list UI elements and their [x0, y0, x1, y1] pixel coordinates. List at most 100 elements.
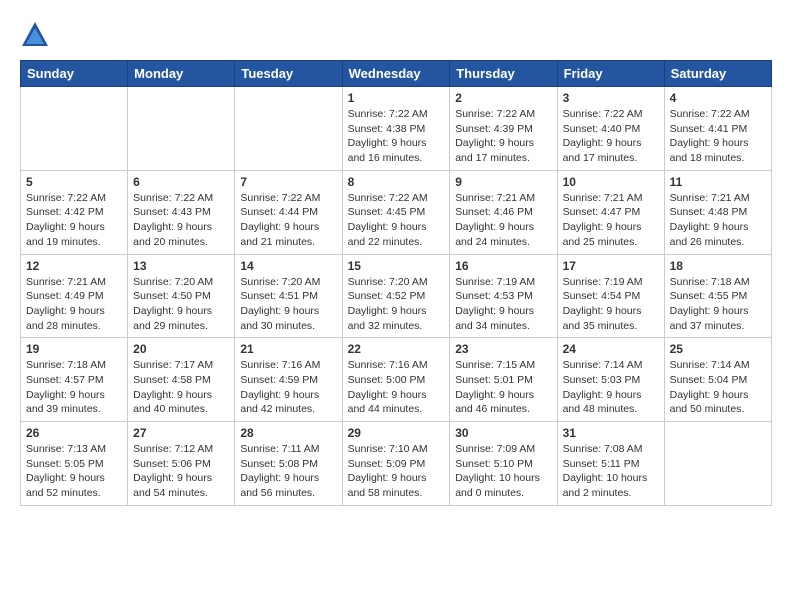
main-container: Sunday Monday Tuesday Wednesday Thursday… — [0, 0, 792, 516]
day-info: Sunrise: 7:10 AM Sunset: 5:09 PM Dayligh… — [348, 442, 445, 501]
calendar-cell: 5Sunrise: 7:22 AM Sunset: 4:42 PM Daylig… — [21, 170, 128, 254]
calendar-cell: 17 Sunrise: 7:19 AM Sunset: 4:54 PM Dayli… — [557, 254, 664, 338]
day-info: Sunrise: 7:20 AM Sunset: 4:51 PM Dayligh… — [240, 275, 336, 334]
calendar-cell: 15 Sunrise: 7:20 AM Sunset: 4:52 PM Dayli… — [342, 254, 450, 338]
day-number: 29 — [348, 426, 445, 440]
day-info: Sunrise: 7:16 AM Sunset: 4:59 PM Dayligh… — [240, 358, 336, 417]
day-info: Sunrise: 7:21 AM Sunset: 4:46 PM Dayligh… — [455, 191, 551, 250]
day-number: 21 — [240, 342, 336, 356]
day-info: Sunrise: 7:20 AM Sunset: 4:50 PM Dayligh… — [133, 275, 229, 334]
day-info: Sunrise: 7:16 AM Sunset: 5:00 PM Dayligh… — [348, 358, 445, 417]
day-info: Sunrise: 7:20 AM Sunset: 4:52 PM Dayligh… — [348, 275, 445, 334]
day-number: 10 — [563, 175, 659, 189]
calendar-cell: 11 Sunrise: 7:21 AM Sunset: 4:48 PM Dayli… — [664, 170, 771, 254]
day-number: 4 — [670, 91, 766, 105]
day-number: 9 — [455, 175, 551, 189]
calendar-body: 1 Sunrise: 7:22 AM Sunset: 4:38 PM Daylig… — [21, 87, 772, 506]
day-info: Sunrise: 7:19 AM Sunset: 4:54 PM Dayligh… — [563, 275, 659, 334]
calendar-cell: 3 Sunrise: 7:22 AM Sunset: 4:40 PM Daylig… — [557, 87, 664, 171]
calendar-cell: 6 Sunrise: 7:22 AM Sunset: 4:43 PM Daylig… — [128, 170, 235, 254]
day-info: Sunrise: 7:19 AM Sunset: 4:53 PM Dayligh… — [455, 275, 551, 334]
day-info: Sunrise: 7:18 AM Sunset: 4:55 PM Dayligh… — [670, 275, 766, 334]
calendar-cell: 1 Sunrise: 7:22 AM Sunset: 4:38 PM Daylig… — [342, 87, 450, 171]
header-tuesday: Tuesday — [235, 61, 342, 87]
day-info: Sunrise: 7:14 AM Sunset: 5:04 PM Dayligh… — [670, 358, 766, 417]
day-number: 18 — [670, 259, 766, 273]
day-info: Sunrise: 7:15 AM Sunset: 5:01 PM Dayligh… — [455, 358, 551, 417]
day-number: 6 — [133, 175, 229, 189]
day-info: Sunrise: 7:11 AM Sunset: 5:08 PM Dayligh… — [240, 442, 336, 501]
calendar-header-row: Sunday Monday Tuesday Wednesday Thursday… — [21, 61, 772, 87]
calendar-cell: 22 Sunrise: 7:16 AM Sunset: 5:00 PM Dayli… — [342, 338, 450, 422]
header-monday: Monday — [128, 61, 235, 87]
calendar-cell — [664, 422, 771, 506]
day-info: Sunrise: 7:22 AM Sunset: 4:42 PM Dayligh… — [26, 191, 122, 250]
calendar-cell: 23 Sunrise: 7:15 AM Sunset: 5:01 PM Dayli… — [450, 338, 557, 422]
calendar-cell: 29 Sunrise: 7:10 AM Sunset: 5:09 PM Dayli… — [342, 422, 450, 506]
day-number: 19 — [26, 342, 122, 356]
calendar-cell: 24 Sunrise: 7:14 AM Sunset: 5:03 PM Dayli… — [557, 338, 664, 422]
calendar-cell: 31 Sunrise: 7:08 AM Sunset: 5:11 PM Dayli… — [557, 422, 664, 506]
day-number: 25 — [670, 342, 766, 356]
calendar-cell — [235, 87, 342, 171]
day-number: 20 — [133, 342, 229, 356]
day-number: 26 — [26, 426, 122, 440]
day-info: Sunrise: 7:09 AM Sunset: 5:10 PM Dayligh… — [455, 442, 551, 501]
header-friday: Friday — [557, 61, 664, 87]
day-number: 2 — [455, 91, 551, 105]
day-info: Sunrise: 7:08 AM Sunset: 5:11 PM Dayligh… — [563, 442, 659, 501]
day-number: 22 — [348, 342, 445, 356]
day-info: Sunrise: 7:22 AM Sunset: 4:43 PM Dayligh… — [133, 191, 229, 250]
day-number: 30 — [455, 426, 551, 440]
day-info: Sunrise: 7:18 AM Sunset: 4:57 PM Dayligh… — [26, 358, 122, 417]
day-number: 24 — [563, 342, 659, 356]
header-saturday: Saturday — [664, 61, 771, 87]
calendar-cell: 8 Sunrise: 7:22 AM Sunset: 4:45 PM Daylig… — [342, 170, 450, 254]
day-number: 31 — [563, 426, 659, 440]
day-number: 15 — [348, 259, 445, 273]
calendar-cell: 9 Sunrise: 7:21 AM Sunset: 4:46 PM Daylig… — [450, 170, 557, 254]
day-number: 28 — [240, 426, 336, 440]
day-number: 3 — [563, 91, 659, 105]
day-info: Sunrise: 7:22 AM Sunset: 4:38 PM Dayligh… — [348, 107, 445, 166]
day-number: 17 — [563, 259, 659, 273]
day-number: 23 — [455, 342, 551, 356]
day-info: Sunrise: 7:22 AM Sunset: 4:44 PM Dayligh… — [240, 191, 336, 250]
day-info: Sunrise: 7:13 AM Sunset: 5:05 PM Dayligh… — [26, 442, 122, 501]
header-sunday: Sunday — [21, 61, 128, 87]
calendar-cell: 30 Sunrise: 7:09 AM Sunset: 5:10 PM Dayli… — [450, 422, 557, 506]
calendar-cell: 19 Sunrise: 7:18 AM Sunset: 4:57 PM Dayli… — [21, 338, 128, 422]
day-number: 12 — [26, 259, 122, 273]
calendar-cell: 20Sunrise: 7:17 AM Sunset: 4:58 PM Dayli… — [128, 338, 235, 422]
day-info: Sunrise: 7:22 AM Sunset: 4:39 PM Dayligh… — [455, 107, 551, 166]
day-info: Sunrise: 7:21 AM Sunset: 4:48 PM Dayligh… — [670, 191, 766, 250]
calendar-cell: 10 Sunrise: 7:21 AM Sunset: 4:47 PM Dayli… — [557, 170, 664, 254]
calendar-cell: 4 Sunrise: 7:22 AM Sunset: 4:41 PM Daylig… — [664, 87, 771, 171]
calendar-cell: 26 Sunrise: 7:13 AM Sunset: 5:05 PM Dayli… — [21, 422, 128, 506]
calendar-cell: 21 Sunrise: 7:16 AM Sunset: 4:59 PM Dayli… — [235, 338, 342, 422]
day-number: 13 — [133, 259, 229, 273]
calendar-cell — [21, 87, 128, 171]
calendar-cell: 18 Sunrise: 7:18 AM Sunset: 4:55 PM Dayli… — [664, 254, 771, 338]
day-number: 14 — [240, 259, 336, 273]
calendar-week-5: 26 Sunrise: 7:13 AM Sunset: 5:05 PM Dayli… — [21, 422, 772, 506]
day-number: 11 — [670, 175, 766, 189]
day-number: 1 — [348, 91, 445, 105]
calendar-week-4: 19 Sunrise: 7:18 AM Sunset: 4:57 PM Dayli… — [21, 338, 772, 422]
day-info: Sunrise: 7:22 AM Sunset: 4:41 PM Dayligh… — [670, 107, 766, 166]
day-number: 27 — [133, 426, 229, 440]
calendar-cell: 7Sunrise: 7:22 AM Sunset: 4:44 PM Daylig… — [235, 170, 342, 254]
calendar-week-3: 12 Sunrise: 7:21 AM Sunset: 4:49 PM Dayli… — [21, 254, 772, 338]
day-info: Sunrise: 7:21 AM Sunset: 4:47 PM Dayligh… — [563, 191, 659, 250]
logo — [20, 20, 54, 50]
day-info: Sunrise: 7:22 AM Sunset: 4:45 PM Dayligh… — [348, 191, 445, 250]
calendar-cell: 27Sunrise: 7:12 AM Sunset: 5:06 PM Dayli… — [128, 422, 235, 506]
header-wednesday: Wednesday — [342, 61, 450, 87]
day-info: Sunrise: 7:21 AM Sunset: 4:49 PM Dayligh… — [26, 275, 122, 334]
day-info: Sunrise: 7:22 AM Sunset: 4:40 PM Dayligh… — [563, 107, 659, 166]
logo-icon — [20, 20, 50, 50]
day-number: 8 — [348, 175, 445, 189]
calendar-week-2: 5Sunrise: 7:22 AM Sunset: 4:42 PM Daylig… — [21, 170, 772, 254]
day-info: Sunrise: 7:14 AM Sunset: 5:03 PM Dayligh… — [563, 358, 659, 417]
calendar-cell: 13 Sunrise: 7:20 AM Sunset: 4:50 PM Dayli… — [128, 254, 235, 338]
